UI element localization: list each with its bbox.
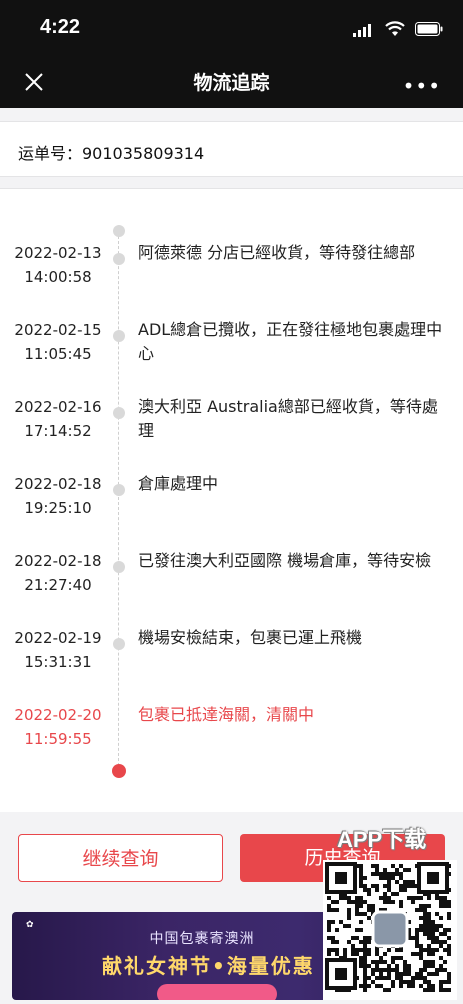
status-bar: 4:22 [0, 0, 463, 60]
banner-pill [157, 984, 277, 1000]
entry-description: 阿德萊德 分店已經收貨，等待發往總部 [138, 243, 416, 262]
entry-time: 17:14:52 [24, 422, 92, 440]
page-title: 物流追踪 [193, 72, 270, 94]
nav-bar: 物流追踪 ••• [0, 60, 463, 108]
banner-headline: 献礼女神节•海量优惠 [102, 954, 315, 978]
timeline-dot [113, 561, 125, 573]
battery-icon [415, 22, 443, 36]
entry-time: 15:31:31 [24, 653, 92, 671]
entry-date: 2022-02-15 [14, 321, 102, 339]
entry-datetime: 2022-02-16 17:14:52 [0, 395, 116, 443]
app-download-qr[interactable]: APP下载 [323, 827, 457, 1000]
spacer [0, 108, 463, 120]
timeline-dot [113, 484, 125, 496]
timeline-start-dot [113, 225, 125, 237]
entry-description: 包裹已抵達海關，清關中 [138, 705, 315, 724]
entry-datetime: 2022-02-20 11:59:55 [0, 703, 116, 751]
entry-time: 11:05:45 [24, 345, 92, 363]
waybill-row: 运单号：901035809314 [0, 121, 463, 177]
entry-datetime: 2022-02-18 21:27:40 [0, 549, 116, 597]
entry-datetime: 2022-02-13 14:00:58 [0, 241, 116, 289]
entry-date: 2022-02-18 [14, 552, 102, 570]
entry-time: 21:27:40 [24, 576, 92, 594]
entry-datetime: 2022-02-19 15:31:31 [0, 626, 116, 674]
entry-datetime: 2022-02-18 19:25:10 [0, 472, 116, 520]
qr-code-icon [325, 862, 451, 992]
signal-icon [353, 24, 371, 37]
entry-datetime: 2022-02-15 11:05:45 [0, 318, 116, 366]
entry-time: 19:25:10 [24, 499, 92, 517]
entry-description: 已發往澳大利亞國際 機場倉庫，等待安檢 [138, 551, 432, 570]
status-time: 4:22 [40, 16, 81, 38]
entry-time: 14:00:58 [24, 268, 92, 286]
continue-query-button[interactable]: 继续查询 [18, 834, 223, 882]
timeline-dot [113, 407, 125, 419]
app-download-label: APP下载 [337, 827, 427, 852]
timeline-dot [113, 638, 125, 650]
entry-description: ADL總倉已攬收，正在發往極地包裹處理中心 [138, 320, 443, 363]
entry-description: 倉庫處理中 [138, 474, 219, 493]
entry-date: 2022-02-18 [14, 475, 102, 493]
timeline-dot [113, 253, 125, 265]
more-icon[interactable]: ••• [403, 74, 441, 98]
wifi-icon [385, 21, 405, 36]
waybill-number: 运单号：901035809314 [18, 144, 205, 163]
timeline-line [118, 231, 119, 771]
entry-description: 機場安檢結束，包裹已運上飛機 [138, 628, 363, 647]
entry-date: 2022-02-19 [14, 629, 102, 647]
timeline-dot [113, 330, 125, 342]
tracking-timeline: 2022-02-13 14:00:58 阿德萊德 分店已經收貨，等待發往總部 2022… [0, 188, 463, 813]
entry-date: 2022-02-13 [14, 244, 102, 262]
entry-time: 11:59:55 [24, 730, 92, 748]
entry-date: 2022-02-16 [14, 398, 102, 416]
entry-date: 2022-02-20 [14, 706, 102, 724]
timeline-end-dot [112, 764, 126, 778]
entry-description: 澳大利亞 Australia總部已經收貨，等待處理 [138, 397, 438, 440]
